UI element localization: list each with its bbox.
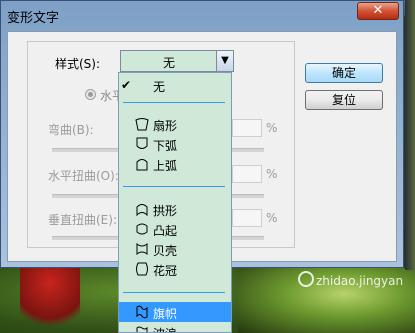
style-label: 样式(S):	[55, 57, 101, 71]
dropdown-separator	[123, 186, 225, 187]
shell-icon	[136, 242, 148, 256]
dropdown-item-label: 下弧	[153, 139, 178, 153]
dropdown-item-label: 旗帜	[153, 307, 178, 321]
arc-lower-icon	[136, 137, 148, 149]
watermark: zhidao.jingyan	[316, 274, 404, 288]
close-button[interactable]: ✕	[357, 2, 399, 20]
dropdown-item-flag[interactable]: 旗帜	[119, 302, 231, 322]
check-icon: ✔	[121, 78, 132, 92]
horizontal-distort-percent: %	[266, 167, 278, 181]
dropdown-item-shell[interactable]: 贝壳	[119, 239, 231, 259]
vertical-distort-label: 垂直扭曲(E):	[48, 213, 117, 227]
vertical-distort-input[interactable]	[232, 209, 262, 227]
wave-icon	[136, 326, 148, 332]
dropdown-item-arch[interactable]: 拱形	[119, 199, 231, 219]
bulge-icon	[136, 223, 148, 235]
style-dropdown-list: ✔ 无 扇形 下弧 上弧 拱形 凸起 贝壳 花冠 旗帜 波浪	[118, 72, 232, 333]
arch-icon	[136, 204, 148, 216]
style-select[interactable]: 无 ▼	[120, 50, 234, 72]
dropdown-item-label: 花冠	[153, 264, 178, 278]
arc-fan-icon	[135, 118, 149, 131]
dropdown-separator	[123, 102, 225, 103]
dropdown-item-bulge[interactable]: 凸起	[119, 219, 231, 239]
bend-label: 弯曲(B):	[48, 123, 94, 137]
horizontal-distort-label: 水平扭曲(O):	[48, 169, 119, 183]
dropdown-item-arc-upper[interactable]: 上弧	[119, 154, 231, 174]
dropdown-item-label: 上弧	[153, 159, 178, 173]
dropdown-item-label: 扇形	[153, 119, 178, 133]
dropdown-item-fan[interactable]: 扇形	[119, 114, 231, 134]
dropdown-item-label: 贝壳	[153, 244, 178, 258]
title-bar[interactable]: 变形文字 ✕	[1, 1, 403, 29]
flower-icon	[136, 262, 148, 276]
ok-button[interactable]: 确定	[305, 63, 383, 83]
dropdown-item-wave[interactable]: 波浪	[119, 322, 231, 332]
vertical-distort-percent: %	[266, 211, 278, 225]
dropdown-item-label: 波浪	[153, 325, 177, 332]
arc-upper-icon	[136, 159, 148, 171]
dialog-title: 变形文字	[7, 11, 60, 26]
bend-input[interactable]	[232, 119, 262, 137]
dropdown-item-label: 拱形	[153, 204, 178, 218]
dropdown-item-none[interactable]: ✔ 无	[119, 75, 231, 95]
horizontal-distort-input[interactable]	[232, 165, 262, 183]
style-select-value: 无	[162, 56, 175, 70]
chevron-down-icon[interactable]: ▼	[216, 51, 233, 71]
dropdown-item-arc-lower[interactable]: 下弧	[119, 134, 231, 154]
reset-button[interactable]: 复位	[305, 90, 383, 110]
close-icon: ✕	[372, 3, 384, 18]
dropdown-item-flower[interactable]: 花冠	[119, 259, 231, 279]
dropdown-item-label: 凸起	[153, 224, 178, 238]
horizontal-radio[interactable]	[85, 89, 96, 100]
flag-icon	[136, 305, 148, 319]
dropdown-item-label: 无	[153, 80, 166, 94]
bend-percent: %	[266, 121, 278, 135]
dropdown-separator	[123, 292, 225, 293]
watermark-logo-icon	[298, 271, 314, 287]
